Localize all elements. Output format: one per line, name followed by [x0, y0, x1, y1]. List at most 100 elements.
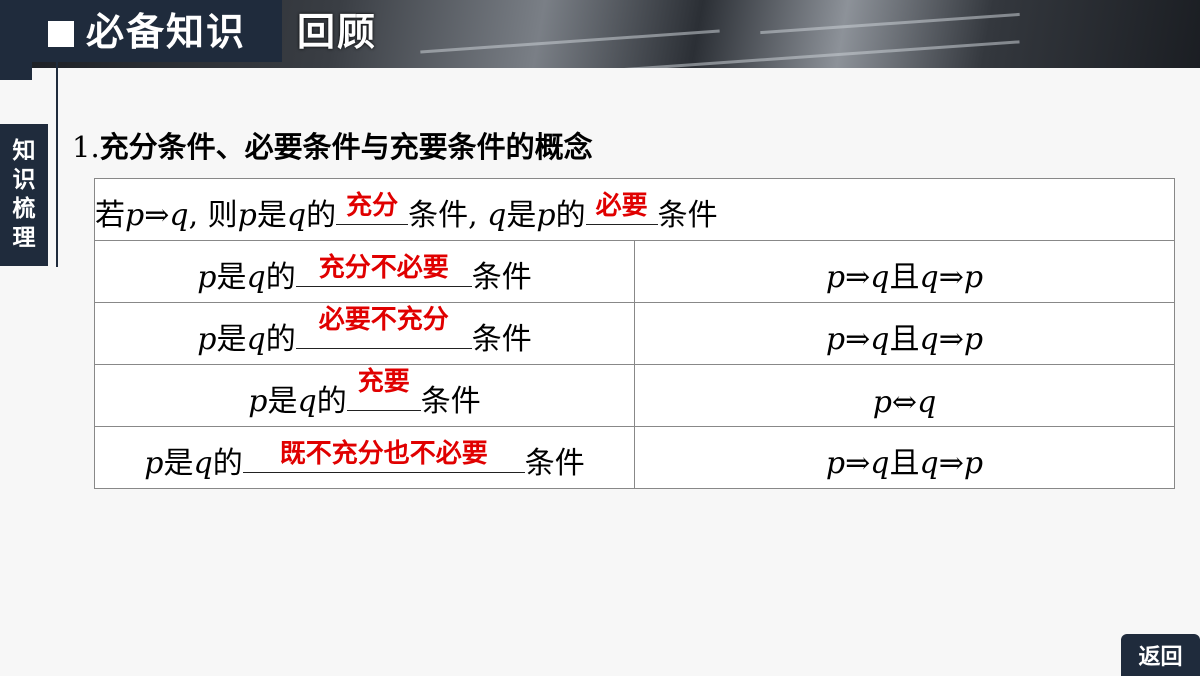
- var-p: p: [872, 385, 892, 420]
- text: 条件: [420, 384, 481, 419]
- table-row: 若p⇒q, 则p是q的 充分 条件, q是p的 必要 条件: [94, 178, 1175, 241]
- text: 是: [216, 322, 247, 357]
- answer-blank[interactable]: 充分不必要: [295, 253, 472, 287]
- side-tab-char: 理: [12, 225, 36, 251]
- answer-blank[interactable]: 必要: [585, 191, 658, 225]
- text: 条件: [524, 446, 585, 481]
- not-implies-symbol: ⇒: [938, 260, 964, 295]
- var-q: q: [870, 322, 890, 357]
- var-q: q: [297, 384, 317, 419]
- side-tab-char: 知: [12, 138, 36, 164]
- text: ,: [468, 198, 488, 233]
- var-q: q: [193, 446, 213, 481]
- relation-cell: p⇒q且q⇒p: [634, 426, 1175, 489]
- text: 的: [555, 198, 586, 233]
- title-box: 必备知识: [0, 0, 282, 62]
- section-title: 充分条件、必要条件与充要条件的概念: [99, 130, 593, 164]
- answer-text: 既不充分也不必要: [279, 439, 488, 469]
- var-q: q: [919, 260, 939, 295]
- table-row: p是q的 既不充分也不必要 条件 p⇒q且q⇒p: [94, 426, 1175, 489]
- var-p: p: [963, 260, 984, 295]
- var-q: q: [487, 198, 507, 233]
- relation-cell: p⇒q且q⇒p: [634, 302, 1175, 365]
- concept-table: 若p⇒q, 则p是q的 充分 条件, q是p的 必要 条件 p是q的 充分不必要 条件 p⇒…: [94, 178, 1175, 489]
- text: 的: [265, 322, 296, 357]
- text: 条件: [471, 260, 532, 295]
- text: 是: [267, 384, 298, 419]
- side-tab-char: 识: [12, 167, 36, 193]
- page-subtitle: 回顾: [297, 10, 378, 54]
- var-q: q: [169, 198, 189, 233]
- implies-symbol: ⇒: [845, 260, 871, 295]
- text: 条件: [657, 198, 718, 233]
- var-q: q: [919, 446, 939, 481]
- var-q: q: [286, 198, 307, 233]
- text: 的: [306, 198, 337, 233]
- text: 若: [95, 198, 125, 233]
- section-number: 1.: [72, 130, 100, 164]
- not-implies-symbol: ⇒: [845, 446, 871, 481]
- relation-cell: p⇔q: [634, 364, 1175, 427]
- var-q: q: [246, 260, 266, 295]
- implies-symbol: ⇒: [144, 198, 170, 233]
- text: 条件: [471, 322, 532, 357]
- text: 且: [889, 260, 920, 295]
- answer-text: 充分: [346, 191, 399, 221]
- var-p: p: [144, 446, 164, 481]
- banner-decoration: [760, 12, 1020, 35]
- text: 且: [889, 446, 920, 481]
- relation-cell: p⇒q且q⇒p: [634, 240, 1175, 303]
- condition-cell: p是q的 必要不充分 条件: [94, 302, 635, 365]
- definition-cell: 若p⇒q, 则p是q的 充分 条件, q是p的 必要 条件: [94, 178, 1175, 241]
- var-p: p: [963, 322, 984, 357]
- var-p: p: [237, 198, 257, 233]
- text: 条件: [408, 198, 469, 233]
- answer-blank[interactable]: 必要不充分: [295, 305, 472, 349]
- not-implies-symbol: ⇒: [845, 322, 871, 357]
- answer-text: 充分不必要: [318, 253, 449, 283]
- not-implies-symbol: ⇒: [938, 446, 964, 481]
- var-q: q: [870, 260, 890, 295]
- var-p: p: [963, 446, 984, 481]
- page-title: 必备知识: [86, 10, 247, 54]
- var-p: p: [825, 322, 846, 357]
- var-p: p: [197, 322, 217, 357]
- condition-cell: p是q的 充分不必要 条件: [94, 240, 635, 303]
- var-p: p: [825, 260, 846, 295]
- text: , 则: [188, 198, 238, 233]
- text: 是: [163, 446, 194, 481]
- side-tab-knowledge[interactable]: 知 识 梳 理: [0, 124, 48, 266]
- var-q: q: [246, 322, 266, 357]
- back-button[interactable]: 返回: [1121, 634, 1200, 676]
- answer-blank[interactable]: 充分: [336, 191, 409, 225]
- var-q: q: [870, 446, 890, 481]
- answer-text: 必要不充分: [318, 305, 449, 335]
- answer-blank[interactable]: 既不充分也不必要: [242, 439, 525, 473]
- text: 的: [265, 260, 296, 295]
- title-square-icon: [48, 21, 74, 47]
- text: 是: [256, 198, 287, 233]
- implies-symbol: ⇒: [938, 322, 964, 357]
- text: 且: [889, 322, 920, 357]
- banner-decoration: [420, 29, 720, 54]
- condition-cell: p是q的 既不充分也不必要 条件: [94, 426, 635, 489]
- left-divider: [56, 62, 58, 267]
- var-p: p: [125, 198, 145, 233]
- answer-text: 必要: [595, 191, 648, 221]
- section-heading: 1.充分条件、必要条件与充要条件的概念: [72, 127, 593, 167]
- text: 的: [316, 384, 347, 419]
- iff-symbol: ⇔: [891, 385, 918, 420]
- answer-text: 充要: [357, 367, 410, 397]
- var-q: q: [919, 322, 939, 357]
- var-p: p: [248, 384, 268, 419]
- text: 的: [212, 446, 243, 481]
- answer-blank[interactable]: 充要: [346, 367, 421, 411]
- banner-decoration: [600, 40, 1020, 68]
- var-q: q: [917, 385, 937, 420]
- table-row: p是q的 必要不充分 条件 p⇒q且q⇒p: [94, 302, 1175, 365]
- side-tab-char: 梳: [12, 196, 36, 222]
- var-p: p: [536, 198, 556, 233]
- condition-cell: p是q的 充要 条件: [94, 364, 635, 427]
- text: 是: [216, 260, 247, 295]
- text: 是: [506, 198, 537, 233]
